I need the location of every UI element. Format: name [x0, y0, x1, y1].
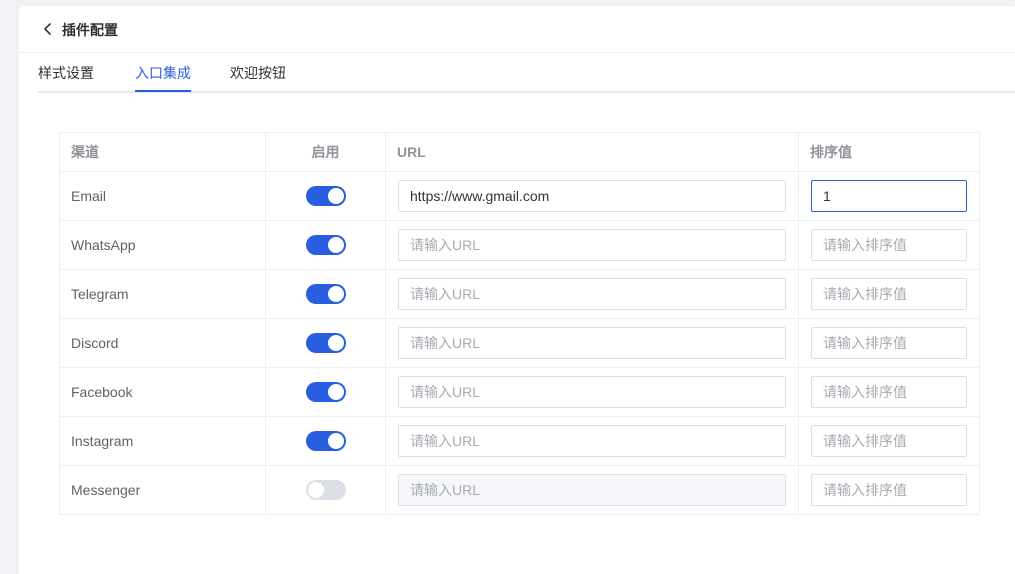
column-header-channel: 渠道 [59, 132, 266, 172]
table-row: Telegram [59, 269, 980, 319]
column-header-enabled: 启用 [265, 132, 386, 172]
enable-switch[interactable] [305, 186, 346, 206]
order-input[interactable] [811, 180, 967, 212]
url-input[interactable] [398, 229, 786, 261]
channel-name: Email [59, 171, 266, 221]
column-header-order: 排序值 [798, 132, 980, 172]
order-input[interactable] [811, 474, 967, 506]
channel-name: Facebook [59, 367, 266, 417]
table-row: Email [59, 171, 980, 221]
channel-name: WhatsApp [59, 220, 266, 270]
url-input[interactable] [398, 180, 786, 212]
enable-switch[interactable] [305, 284, 346, 304]
url-input [398, 474, 786, 506]
order-input[interactable] [811, 278, 967, 310]
table-row: Instagram [59, 416, 980, 466]
enable-switch[interactable] [305, 431, 346, 451]
channel-name: Telegram [59, 269, 266, 319]
table-header-row: 渠道 启用 URL 排序值 [59, 132, 980, 172]
enable-switch[interactable] [305, 382, 346, 402]
url-input[interactable] [398, 376, 786, 408]
plugin-config-card: 插件配置 样式设置 入口集成 欢迎按钮 渠道 启用 URL 排序值 Email [19, 6, 1015, 574]
channel-table: 渠道 启用 URL 排序值 Email WhatsApp Telegram [59, 132, 980, 515]
url-input[interactable] [398, 425, 786, 457]
page-header: 插件配置 [19, 6, 1015, 53]
enable-switch[interactable] [305, 235, 346, 255]
order-input[interactable] [811, 376, 967, 408]
channel-name: Messenger [59, 465, 266, 515]
table-row: WhatsApp [59, 220, 980, 270]
url-input[interactable] [398, 278, 786, 310]
table-row: Facebook [59, 367, 980, 417]
table-row: Messenger [59, 465, 980, 515]
tab-entry-integration[interactable]: 入口集成 [135, 63, 191, 83]
enable-switch[interactable] [305, 480, 346, 500]
table-row: Discord [59, 318, 980, 368]
order-input[interactable] [811, 425, 967, 457]
tab-style-settings[interactable]: 样式设置 [38, 63, 94, 83]
tab-welcome-button[interactable]: 欢迎按钮 [230, 63, 286, 83]
column-header-url: URL [385, 132, 799, 172]
tab-bar: 样式设置 入口集成 欢迎按钮 [38, 53, 1015, 93]
url-input[interactable] [398, 327, 786, 359]
channel-name: Discord [59, 318, 266, 368]
active-tab-indicator [135, 90, 191, 92]
channel-name: Instagram [59, 416, 266, 466]
order-input[interactable] [811, 327, 967, 359]
page-title: 插件配置 [62, 22, 118, 38]
order-input[interactable] [811, 229, 967, 261]
enable-switch[interactable] [305, 333, 346, 353]
chevron-left-icon[interactable] [41, 21, 55, 37]
